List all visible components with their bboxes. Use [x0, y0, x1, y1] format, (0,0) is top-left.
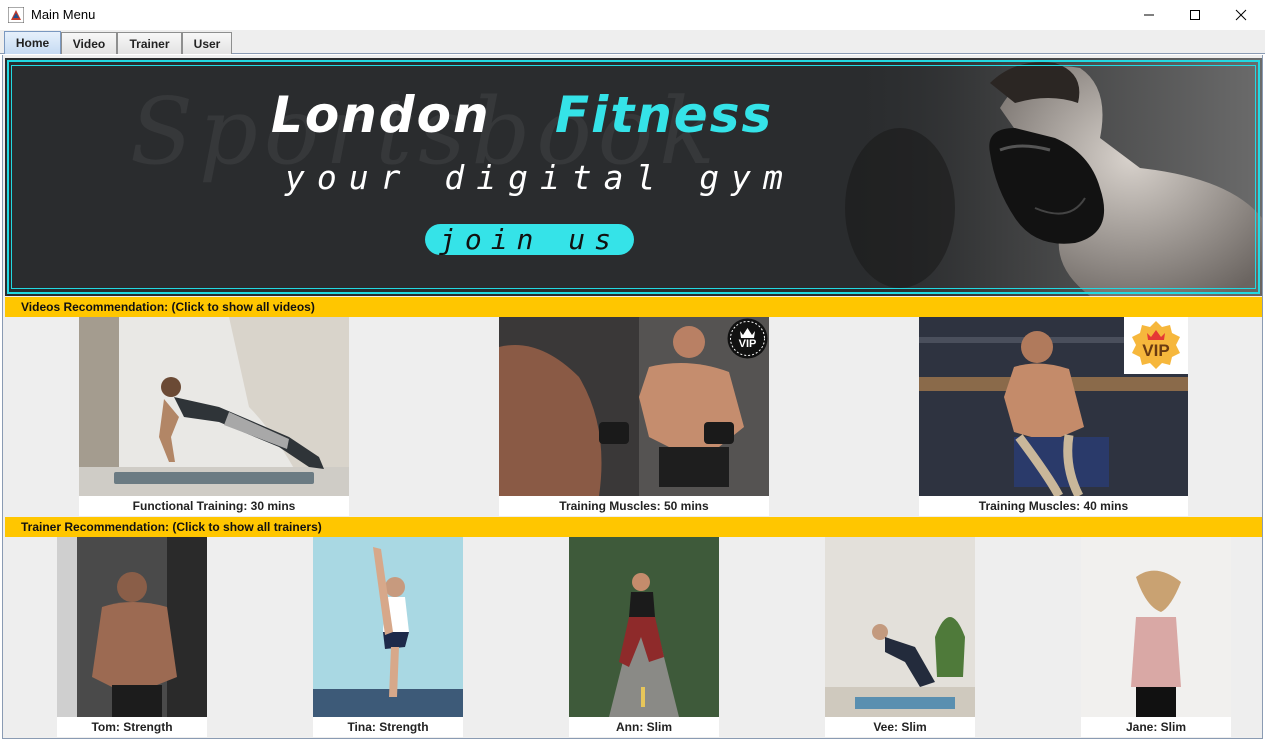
tab-video[interactable]: Video [61, 32, 117, 54]
minimize-icon [1144, 14, 1154, 16]
trainer-caption: Vee: Slim [825, 717, 975, 737]
video-caption: Functional Training: 30 mins [79, 496, 349, 516]
close-icon [1235, 9, 1247, 21]
minimize-button[interactable] [1126, 0, 1172, 30]
trainer-caption: Jane: Slim [1081, 717, 1231, 737]
hero-banner[interactable]: Sportsbook London Fitness your digital g… [5, 58, 1262, 296]
banner-title-fitness: Fitness [555, 86, 774, 144]
home-panel: Sportsbook London Fitness your digital g… [2, 55, 1263, 739]
trainer-photo-jane [1081, 537, 1231, 717]
trainer-photo-vee [825, 537, 975, 717]
trainer-card-tina[interactable]: Tina: Strength [313, 537, 463, 737]
videos-section-header[interactable]: Videos Recommendation: (Click to show al… [5, 297, 1262, 317]
video-thumbnail-plank [79, 317, 349, 496]
trainer-caption: Tina: Strength [313, 717, 463, 737]
trainer-caption: Ann: Slim [569, 717, 719, 737]
trainer-card-vee[interactable]: Vee: Slim [825, 537, 975, 737]
title-bar: Main Menu [0, 0, 1265, 30]
vip-label: VIP [1142, 341, 1170, 360]
maximize-button[interactable] [1172, 0, 1218, 30]
trainer-photo-ann [569, 537, 719, 717]
banner-title-london: London [271, 86, 491, 144]
trainer-card-ann[interactable]: Ann: Slim [569, 537, 719, 737]
tab-home[interactable]: Home [4, 31, 61, 54]
banner-subtitle: your digital gym [285, 158, 795, 197]
vip-badge: VIP [1124, 317, 1188, 374]
tab-user[interactable]: User [182, 32, 232, 54]
video-caption: Training Muscles: 50 mins [499, 496, 769, 516]
tab-strip: Home Video Trainer User [0, 30, 1265, 54]
video-card-training-muscles-40[interactable]: VIP Training Muscles: 40 mins [919, 317, 1188, 516]
vip-badge: VIP [726, 317, 769, 360]
java-app-icon [8, 7, 24, 23]
maximize-icon [1190, 10, 1200, 20]
tab-trainer[interactable]: Trainer [117, 32, 182, 54]
vip-label: VIP [738, 338, 757, 350]
video-card-functional-training[interactable]: Functional Training: 30 mins [79, 317, 349, 516]
trainers-section-header[interactable]: Trainer Recommendation: (Click to show a… [5, 517, 1262, 537]
trainer-card-tom[interactable]: Tom: Strength [57, 537, 207, 737]
trainer-photo-tom [57, 537, 207, 717]
window-title: Main Menu [31, 7, 96, 22]
video-card-training-muscles-50[interactable]: VIP Training Muscles: 50 mins [499, 317, 769, 516]
trainer-card-jane[interactable]: Jane: Slim [1081, 537, 1231, 737]
trainer-photo-tina [313, 537, 463, 717]
close-button[interactable] [1218, 0, 1264, 30]
join-us-button[interactable]: join us [425, 223, 634, 256]
trainer-caption: Tom: Strength [57, 717, 207, 737]
video-caption: Training Muscles: 40 mins [919, 496, 1188, 516]
